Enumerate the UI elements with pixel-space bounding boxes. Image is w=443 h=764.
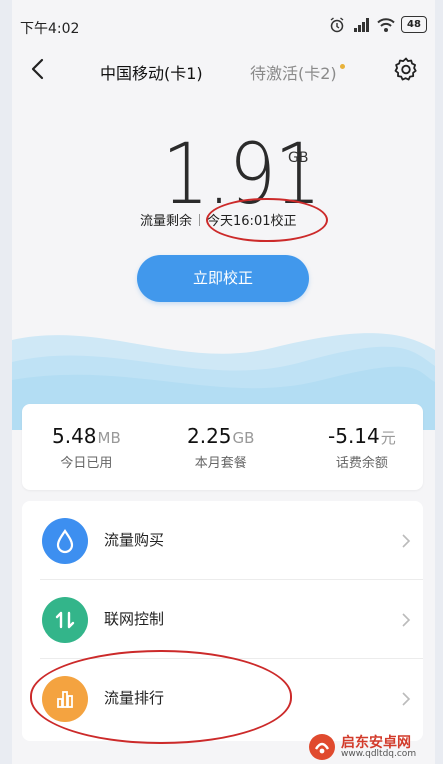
chevron-right-icon [402,692,411,706]
annotation-circle [206,198,328,242]
stat-unit: GB [232,429,255,447]
stat-value: 2.25GB [187,424,254,448]
chevron-right-icon [402,534,411,548]
alarm-icon [330,16,344,32]
separator [199,214,201,226]
left-frame [0,0,12,764]
updown-arrows-icon [42,597,88,643]
watermark-url: www.qdltdq.com [341,749,417,759]
menu-item-buy-data[interactable]: 流量购买 [22,501,423,579]
stat-label: 话费余额 [335,456,388,471]
phone-screen: 下午4:02 48 中国移动(卡1) 待激活(卡2) 1.91 GB 流量剩余 … [12,0,435,764]
menu-item-label: 联网控制 [104,610,165,628]
stat-today-used: 5.48MB 今日已用 [52,424,121,471]
battery-icon: 48 [401,16,427,33]
menu-item-label: 流量购买 [104,531,165,549]
water-drop-icon [42,518,88,564]
stat-number: 5.48 [52,424,97,448]
stat-unit: 元 [380,429,396,447]
menu-item-network-control[interactable]: 联网控制 [22,580,423,658]
stat-number: -5.14 [328,424,380,448]
calibrate-now-button[interactable]: 立即校正 [137,255,309,302]
tab-sim1[interactable]: 中国移动(卡1) [100,60,203,84]
remaining-label: 流量剩余 [140,214,193,229]
wifi-icon [377,17,395,32]
watermark-logo-icon [309,734,335,760]
stat-label: 本月套餐 [194,456,247,471]
status-bar: 下午4:02 48 [12,0,435,40]
stat-value: 5.48MB [52,424,121,448]
notification-dot [340,64,345,69]
stats-card: 5.48MB 今日已用 2.25GB 本月套餐 -5.14元 话费余额 [22,404,423,490]
status-icons: 48 [329,16,427,33]
stat-label: 今日已用 [60,456,113,471]
stat-unit: MB [97,429,121,447]
right-frame [435,0,443,764]
signal-icon [354,17,369,32]
back-icon[interactable] [26,56,52,82]
remaining-data-unit: GB [288,150,309,166]
tab-sim2[interactable]: 待激活(卡2) [250,60,337,84]
site-watermark: 启东安卓网 www.qdltdq.com [307,732,433,762]
top-nav: 中国移动(卡1) 待激活(卡2) [12,48,435,88]
chevron-right-icon [402,613,411,627]
stat-monthly-plan: 2.25GB 本月套餐 [187,424,254,471]
stat-value: -5.14元 [328,424,396,448]
annotation-circle [30,650,292,744]
gear-icon[interactable] [392,55,420,83]
status-time: 下午4:02 [20,21,80,37]
stat-balance: -5.14元 话费余额 [328,424,396,471]
stat-number: 2.25 [187,424,232,448]
